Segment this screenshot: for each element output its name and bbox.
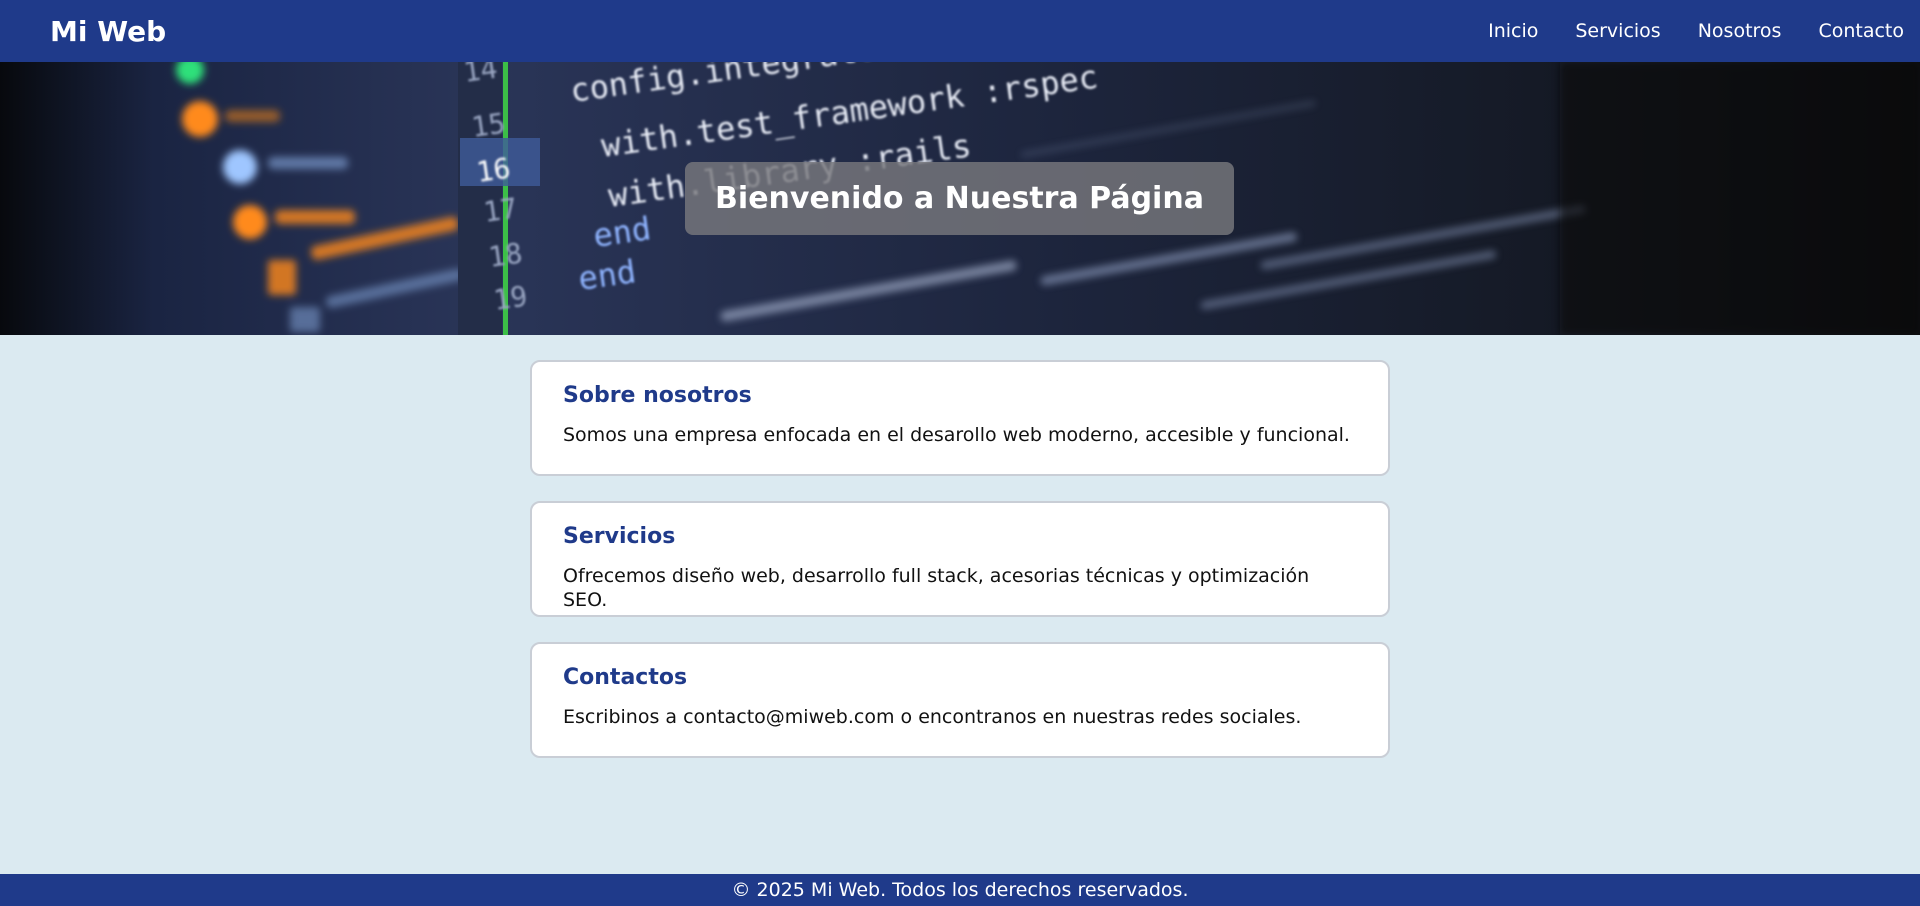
code-line-number: 15 — [469, 107, 507, 144]
code-line-number: 17 — [481, 192, 519, 229]
code-line-text: end — [576, 252, 639, 298]
main-content: Sobre nosotros Somos una empresa enfocad… — [530, 360, 1390, 783]
nav-link-servicios[interactable]: Servicios — [1575, 20, 1660, 42]
code-line-text: end — [591, 209, 654, 255]
section-text: Ofrecemos diseño web, desarrollo full st… — [563, 565, 1310, 611]
section-title: Contactos — [563, 665, 688, 690]
section-text: Escribinos a contacto@miweb.com o encont… — [563, 706, 1302, 728]
site-footer: © 2025 Mi Web. Todos los derechos reserv… — [0, 874, 1920, 906]
hero-title: Bienvenido a Nuestra Página — [715, 181, 1204, 216]
main-nav: Inicio Servicios Nosotros Contacto — [1488, 20, 1904, 42]
section-text: Somos una empresa enfocada en el desarol… — [563, 424, 1350, 446]
site-header: Mi Web Inicio Servicios Nosotros Contact… — [0, 0, 1920, 62]
section-title: Servicios — [563, 524, 676, 549]
hero-title-box: Bienvenido a Nuestra Página — [685, 162, 1234, 235]
section-card-contactos: Contactos Escribinos a contacto@miweb.co… — [530, 642, 1390, 758]
site-logo[interactable]: Mi Web — [50, 15, 166, 48]
nav-link-inicio[interactable]: Inicio — [1488, 20, 1538, 42]
nav-link-nosotros[interactable]: Nosotros — [1698, 20, 1782, 42]
code-line-number: 18 — [486, 237, 524, 274]
hero-banner: 14 config.integrate do |setup| 15 with.t… — [0, 62, 1920, 335]
section-title: Sobre nosotros — [563, 383, 752, 408]
nav-link-contacto[interactable]: Contacto — [1818, 20, 1904, 42]
code-line-number: 14 — [461, 62, 499, 89]
section-card-servicios: Servicios Ofrecemos diseño web, desarrol… — [530, 501, 1390, 617]
code-line-number: 16 — [474, 152, 512, 189]
code-line-number: 19 — [491, 280, 529, 317]
section-card-sobre-nosotros: Sobre nosotros Somos una empresa enfocad… — [530, 360, 1390, 476]
footer-copyright: © 2025 Mi Web. Todos los derechos reserv… — [731, 879, 1189, 901]
